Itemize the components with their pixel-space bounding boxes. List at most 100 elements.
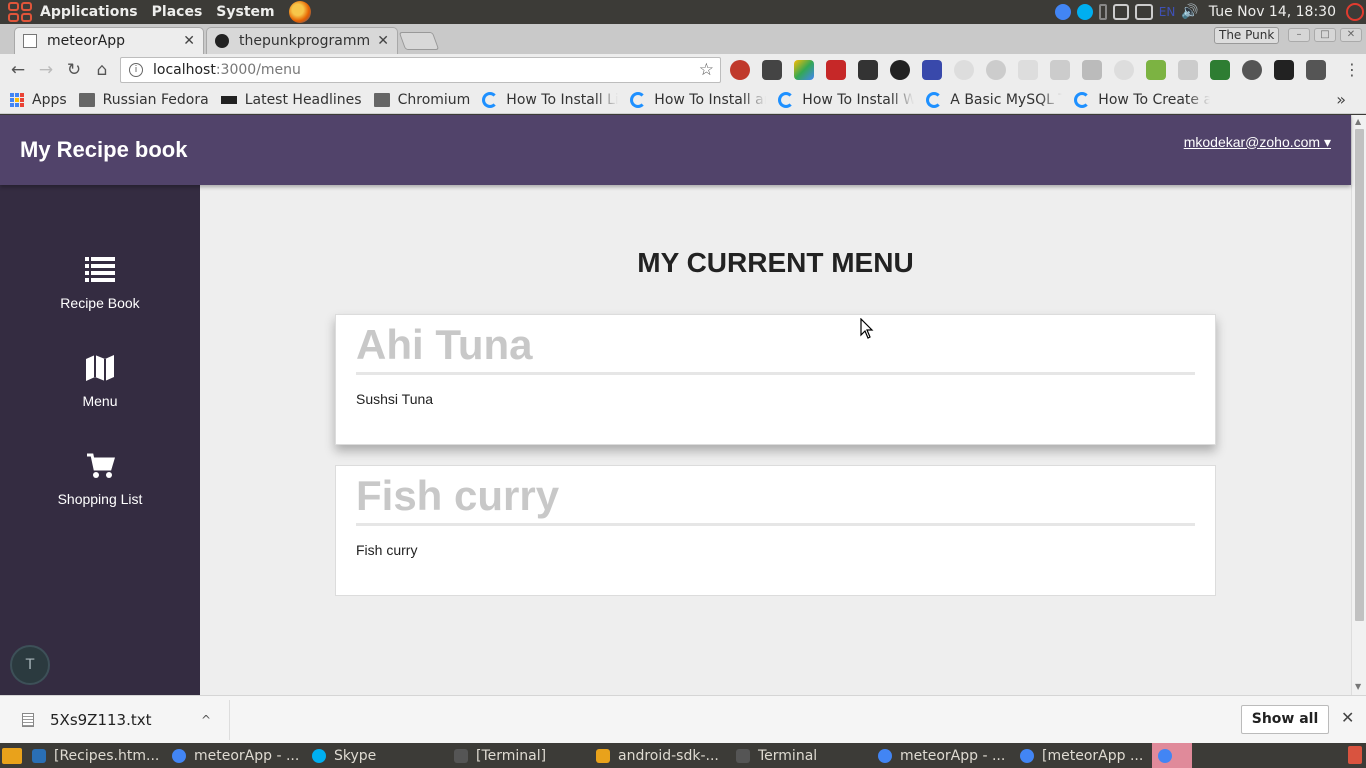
menu-item-card[interactable]: Fish curry Fish curry: [335, 465, 1216, 596]
maximize-window-icon[interactable]: □: [1314, 28, 1336, 42]
close-window-icon[interactable]: ✕: [1340, 28, 1362, 42]
app-title[interactable]: My Recipe book: [20, 137, 187, 163]
tab-meteorapp[interactable]: meteorApp ✕: [14, 27, 204, 54]
digitalocean-icon: [1074, 91, 1091, 108]
chrome-tray-icon[interactable]: [1054, 4, 1071, 20]
github-icon: [215, 34, 229, 48]
skype-tray-icon[interactable]: [1076, 4, 1093, 20]
bookmark-item[interactable]: Latest Headlines: [220, 92, 362, 108]
taskbar-window[interactable]: [Recipes.htm...: [26, 743, 166, 768]
bookmark-item[interactable]: How To Install ar: [630, 91, 766, 108]
vue-devtools-icon[interactable]: [1146, 60, 1166, 80]
scrollbar-thumb[interactable]: [1355, 129, 1364, 621]
show-all-downloads-button[interactable]: Show all: [1241, 705, 1329, 734]
bookmark-folder[interactable]: Chromium: [373, 92, 470, 108]
menu-item-name: Fish curry: [356, 466, 1195, 526]
google-drive-icon[interactable]: [794, 60, 814, 80]
taskbar-window[interactable]: Skype: [306, 743, 448, 768]
vscode-icon: [32, 748, 46, 763]
close-tab-icon[interactable]: ✕: [183, 33, 195, 49]
system-menu[interactable]: System: [216, 4, 274, 20]
sidebar-item-recipe-book[interactable]: Recipe Book: [0, 255, 200, 311]
bluetooth-icon[interactable]: [1098, 4, 1107, 20]
taskbar-window[interactable]: meteorApp - ...: [872, 743, 1014, 768]
sidebar-item-shopping-list[interactable]: Shopping List: [0, 451, 200, 507]
extension-icon[interactable]: [922, 60, 942, 80]
new-tab-button[interactable]: [398, 32, 440, 50]
minimize-window-icon[interactable]: –: [1288, 28, 1310, 42]
close-tab-icon[interactable]: ✕: [377, 33, 389, 49]
menu-item-card[interactable]: Ahi Tuna Sushsi Tuna: [335, 314, 1216, 445]
extension-icon[interactable]: [826, 60, 846, 80]
taskbar-window[interactable]: meteorApp - ...: [166, 743, 306, 768]
extension-icon[interactable]: [1050, 60, 1070, 80]
home-icon[interactable]: ⌂: [88, 56, 116, 84]
taskbar-window[interactable]: [Terminal]: [448, 743, 590, 768]
chrome-icon: [1158, 748, 1172, 763]
extension-icon[interactable]: [986, 60, 1006, 80]
close-icon[interactable]: ✕: [1341, 708, 1354, 727]
eyedropper-icon[interactable]: [858, 60, 878, 80]
gnome-extension-icon[interactable]: [890, 60, 910, 80]
applications-logo-icon[interactable]: [8, 2, 32, 22]
keyboard-layout-indicator[interactable]: EN: [1159, 5, 1176, 19]
bookmark-item[interactable]: How To Install W: [778, 91, 914, 108]
terminal-icon: [454, 748, 468, 763]
tab-title: thepunkprogramm: [239, 33, 371, 49]
browser-menu-icon[interactable]: ⋮: [1344, 60, 1360, 79]
sidebar-item-menu[interactable]: Menu: [0, 353, 200, 409]
adblock-extension-icon[interactable]: [730, 60, 750, 80]
reload-icon[interactable]: ↻: [60, 56, 88, 84]
download-item[interactable]: 5Xs9Z113.txt ^: [0, 699, 230, 740]
forward-arrow-icon[interactable]: →: [32, 56, 60, 84]
taskbar-window-active[interactable]: [1152, 743, 1192, 768]
bookmark-star-icon[interactable]: ☆: [699, 60, 714, 80]
taskbar-window[interactable]: Terminal: [730, 743, 872, 768]
user-account-dropdown[interactable]: mkodekar@zoho.com ▾: [1184, 134, 1331, 151]
chrome-icon: [1020, 748, 1034, 763]
power-icon[interactable]: [1346, 3, 1364, 21]
folder-icon: [373, 92, 390, 107]
extension-icon[interactable]: [1082, 60, 1102, 80]
scroll-down-icon[interactable]: ▼: [1355, 682, 1361, 691]
applications-menu[interactable]: Applications: [40, 4, 138, 20]
back-arrow-icon[interactable]: ←: [4, 56, 32, 84]
lock-icon[interactable]: [1274, 60, 1294, 80]
bookmark-folder[interactable]: Russian Fedora: [78, 92, 209, 108]
profile-button[interactable]: The Punk: [1214, 27, 1280, 44]
site-info-icon[interactable]: i: [129, 63, 143, 77]
avatar[interactable]: T: [10, 645, 50, 685]
extension-icon[interactable]: [1178, 60, 1198, 80]
incognito-icon[interactable]: [1306, 60, 1326, 80]
clock[interactable]: Tue Nov 14, 18:30: [1209, 4, 1336, 20]
extension-icon[interactable]: [762, 60, 782, 80]
firefox-launcher-icon[interactable]: [288, 1, 311, 23]
bookmark-apps[interactable]: Apps: [10, 92, 67, 108]
scroll-up-icon[interactable]: ▲: [1355, 117, 1361, 126]
bookmark-item[interactable]: A Basic MySQL T: [926, 91, 1062, 108]
show-desktop-icon[interactable]: [2, 747, 22, 764]
display-icon[interactable]: [1134, 4, 1153, 20]
chevron-up-icon[interactable]: ^: [201, 713, 211, 727]
more-bookmarks-icon[interactable]: »: [1336, 90, 1346, 109]
bookmark-item[interactable]: How To Create a: [1074, 91, 1210, 108]
taskbar-window[interactable]: android-sdk-...: [590, 743, 730, 768]
react-devtools-icon[interactable]: [954, 60, 974, 80]
extension-icon[interactable]: [1210, 60, 1230, 80]
trash-icon[interactable]: [1348, 746, 1362, 764]
extension-icon[interactable]: [1242, 60, 1262, 80]
bookmark-item[interactable]: How To Install Li: [482, 91, 618, 108]
page-icon: [23, 34, 37, 48]
browser-toolbar: ← → ↻ ⌂ i localhost:3000/menu ☆ ⋮: [0, 54, 1366, 86]
folder-icon: [596, 748, 610, 763]
cpu-monitor-icon[interactable]: [1112, 4, 1129, 20]
places-menu[interactable]: Places: [152, 4, 203, 20]
extension-icon[interactable]: [1114, 60, 1134, 80]
digitalocean-icon: [482, 91, 499, 108]
extension-icon[interactable]: [1018, 60, 1038, 80]
page-scrollbar[interactable]: ▲ ▼: [1351, 115, 1366, 695]
address-bar[interactable]: i localhost:3000/menu ☆: [120, 57, 721, 83]
taskbar-window[interactable]: [meteorApp ...: [1014, 743, 1152, 768]
tab-github[interactable]: thepunkprogramm ✕: [206, 27, 398, 54]
volume-icon[interactable]: 🔊: [1181, 4, 1198, 20]
